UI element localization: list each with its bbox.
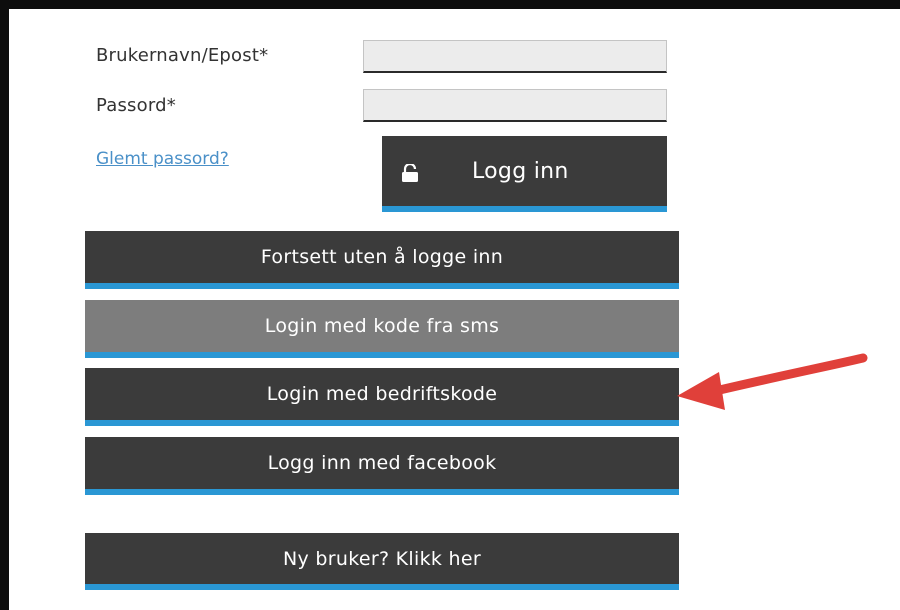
new-user-button[interactable]: Ny bruker? Klikk her <box>85 533 679 590</box>
continue-without-login-button[interactable]: Fortsett uten å logge inn <box>85 231 679 289</box>
new-user-label: Ny bruker? Klikk her <box>283 547 481 570</box>
login-sms-code-button[interactable]: Login med kode fra sms <box>85 300 679 358</box>
login-button[interactable]: Logg inn <box>382 136 667 212</box>
login-button-label: Logg inn <box>472 158 569 184</box>
password-label: Passord* <box>96 95 176 116</box>
login-company-code-label: Login med bedriftskode <box>266 383 498 405</box>
login-company-code-button[interactable]: Login med bedriftskode <box>85 368 679 426</box>
unlock-icon <box>402 164 418 182</box>
username-input[interactable] <box>363 40 667 73</box>
red-arrow-icon <box>677 353 868 410</box>
forgot-password-link[interactable]: Glemt passord? <box>96 149 229 169</box>
continue-without-login-label: Fortsett uten å logge inn <box>260 246 504 268</box>
login-facebook-label: Logg inn med facebook <box>267 452 497 474</box>
login-facebook-button[interactable]: Logg inn med facebook <box>85 437 679 495</box>
login-panel: Brukernavn/Epost* Passord* Glemt passord… <box>0 0 900 610</box>
password-input[interactable] <box>363 89 667 122</box>
username-label: Brukernavn/Epost* <box>96 45 269 66</box>
login-sms-code-label: Login med kode fra sms <box>264 315 500 337</box>
